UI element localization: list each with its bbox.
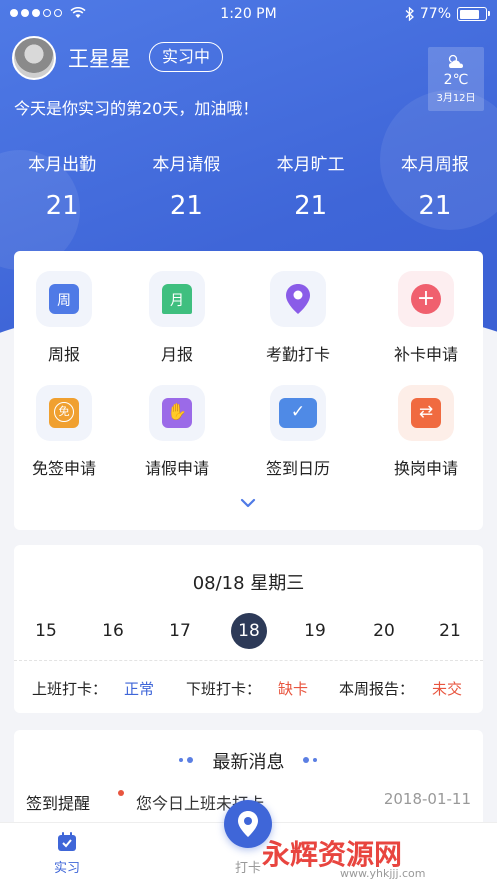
menu-label: 月报 bbox=[160, 345, 193, 364]
internship-icon bbox=[58, 832, 76, 851]
battery-percent: 77% bbox=[419, 6, 451, 22]
stat-label: 本月请假 bbox=[152, 155, 221, 175]
calendar-date-title: 08/18 星期三 bbox=[192, 573, 305, 594]
news-date: 2018-01-11 bbox=[383, 790, 471, 808]
location-pin-icon bbox=[238, 811, 258, 837]
menu-exempt-request[interactable]: 免 免签申请 bbox=[16, 385, 112, 479]
stat-value: 21 bbox=[169, 191, 203, 221]
stat-label: 本月出勤 bbox=[28, 155, 97, 175]
day-cell[interactable]: 20 bbox=[364, 613, 404, 649]
weather-temp: 2℃ bbox=[443, 72, 469, 88]
tab-internship[interactable]: 实习 bbox=[44, 831, 90, 876]
greeting-text: 今天是你实习的第20天，加油哦！ bbox=[14, 99, 259, 118]
checkin-status: 正常 bbox=[124, 680, 155, 698]
tab-label: 实习 bbox=[53, 861, 80, 876]
menu-label: 换岗申请 bbox=[393, 459, 458, 478]
weather-widget: 2℃ 3月12日 bbox=[428, 47, 484, 111]
weekly-report-icon: 周 bbox=[49, 284, 79, 314]
function-grid: 周 周报 月 月报 考勤打卡 + 补卡申请 免 免签申请 ✋ 请假申请 ✓ 签到… bbox=[14, 251, 483, 530]
checkin-label: 上班打卡： bbox=[32, 680, 108, 698]
stat-weekly-report[interactable]: 本月周报 21 bbox=[373, 150, 497, 221]
stat-absence[interactable]: 本月旷工 21 bbox=[249, 150, 373, 221]
stat-label: 本月周报 bbox=[400, 155, 469, 175]
bluetooth-icon bbox=[405, 7, 414, 21]
day-cell[interactable]: 21 bbox=[430, 613, 470, 649]
news-title: 最新消息 bbox=[212, 752, 285, 773]
menu-position-change[interactable]: ⇄ 换岗申请 bbox=[378, 385, 474, 479]
partly-cloudy-icon bbox=[448, 54, 463, 68]
menu-makeup-checkin[interactable]: + 补卡申请 bbox=[378, 271, 474, 365]
chevron-down-icon[interactable] bbox=[240, 497, 256, 509]
menu-attendance-checkin[interactable]: 考勤打卡 bbox=[250, 271, 346, 365]
menu-label: 签到日历 bbox=[265, 459, 330, 478]
weekly-report-label: 本周报告： bbox=[339, 680, 415, 698]
day-cell[interactable]: 15 bbox=[26, 613, 66, 649]
day-cell[interactable]: 19 bbox=[295, 613, 335, 649]
menu-monthly-report[interactable]: 月 月报 bbox=[129, 271, 225, 365]
monthly-stats: 本月出勤 21 本月请假 21 本月旷工 21 本月周报 21 bbox=[0, 150, 497, 221]
menu-leave-request[interactable]: ✋ 请假申请 bbox=[129, 385, 225, 479]
stat-value: 21 bbox=[418, 191, 452, 221]
swap-icon: ⇄ bbox=[411, 398, 441, 428]
plus-icon: + bbox=[411, 284, 441, 314]
menu-label: 请假申请 bbox=[144, 459, 209, 478]
stat-value: 21 bbox=[45, 191, 79, 221]
exempt-icon: 免 bbox=[49, 398, 79, 428]
stat-leave[interactable]: 本月请假 21 bbox=[124, 150, 248, 221]
menu-weekly-report[interactable]: 周 周报 bbox=[16, 271, 112, 365]
stat-attendance[interactable]: 本月出勤 21 bbox=[0, 150, 124, 221]
checkout-label: 下班打卡： bbox=[186, 680, 262, 698]
checkin-fab[interactable] bbox=[224, 800, 272, 848]
hand-icon: ✋ bbox=[162, 398, 192, 428]
day-cell[interactable]: 16 bbox=[93, 613, 133, 649]
calendar-check-icon: ✓ bbox=[279, 398, 317, 428]
title-decoration-right bbox=[303, 757, 317, 763]
menu-label: 补卡申请 bbox=[393, 345, 458, 364]
status-badge: 实习中 bbox=[149, 42, 224, 72]
menu-label: 考勤打卡 bbox=[265, 345, 330, 364]
location-pin-icon bbox=[286, 284, 310, 314]
battery-icon bbox=[457, 7, 490, 21]
monthly-report-icon: 月 bbox=[162, 284, 192, 314]
news-tag: 签到提醒 bbox=[26, 794, 91, 813]
weekly-report-status: 未交 bbox=[432, 680, 463, 698]
stat-label: 本月旷工 bbox=[276, 155, 345, 175]
checkout-status: 缺卡 bbox=[278, 680, 309, 698]
day-cell-selected[interactable]: 18 bbox=[231, 613, 267, 649]
menu-label: 周报 bbox=[47, 345, 80, 364]
avatar[interactable] bbox=[12, 36, 56, 80]
user-name: 王星星 bbox=[68, 47, 131, 71]
unread-dot bbox=[118, 790, 124, 796]
weather-date: 3月12日 bbox=[436, 93, 476, 104]
calendar-card: 08/18 星期三 15 16 17 18 19 20 21 上班打卡： 正常 … bbox=[14, 545, 483, 713]
stat-value: 21 bbox=[294, 191, 328, 221]
day-cell[interactable]: 17 bbox=[160, 613, 200, 649]
status-bar: 1:20 PM 77% bbox=[0, 0, 497, 30]
menu-checkin-calendar[interactable]: ✓ 签到日历 bbox=[250, 385, 346, 479]
watermark-url: www.yhkjjj.com bbox=[340, 867, 426, 880]
divider bbox=[14, 660, 483, 661]
menu-label: 免签申请 bbox=[31, 459, 96, 478]
